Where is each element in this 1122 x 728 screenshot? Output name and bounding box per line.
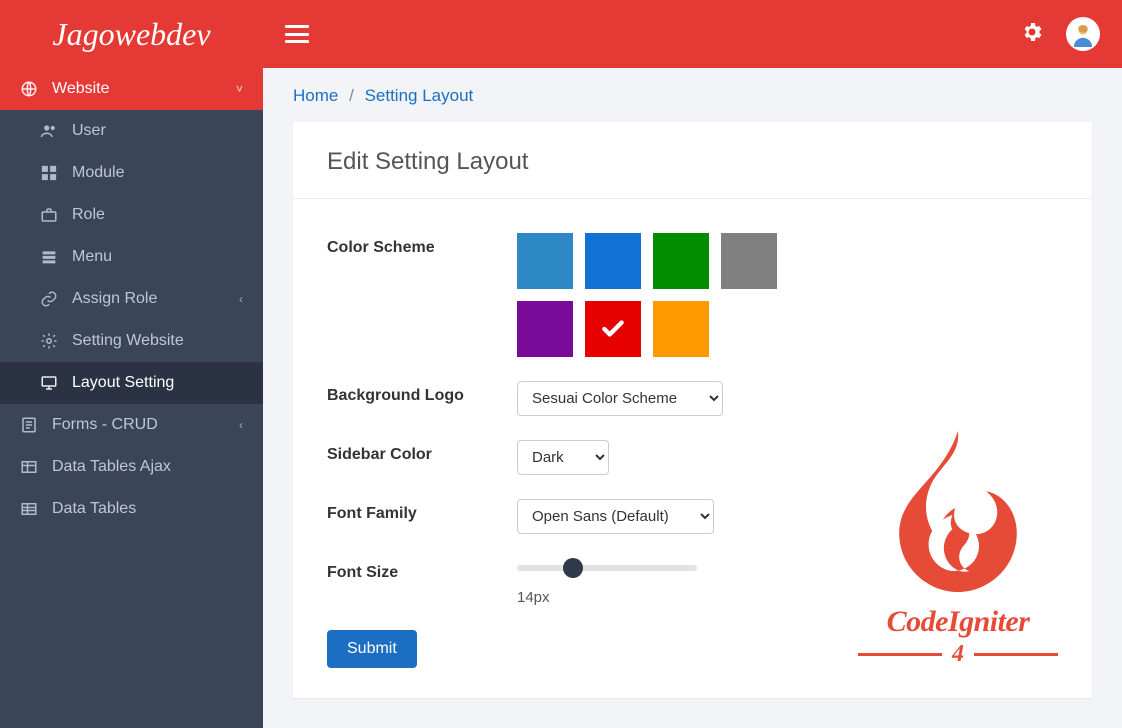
brand-line2: 4: [952, 641, 964, 668]
user-avatar[interactable]: [1066, 17, 1100, 51]
sidebar-item-user[interactable]: User: [0, 110, 263, 152]
sidebar-nav: Website ˅ User Module Role: [0, 68, 263, 530]
topbar: [263, 0, 1122, 68]
color-swatch-5[interactable]: [585, 301, 641, 357]
sidebar-label: Forms - CRUD: [52, 416, 158, 434]
sidebar-label: Data Tables Ajax: [52, 458, 171, 476]
hamburger-button[interactable]: [285, 25, 309, 43]
chevron-left-icon: ‹: [239, 418, 243, 432]
sidebar-label: Setting Website: [72, 332, 184, 350]
sidebar-label: Data Tables: [52, 500, 136, 518]
main-content: Home / Setting Layout Edit Setting Layou…: [263, 0, 1122, 728]
sidebar-label: Role: [72, 206, 105, 224]
briefcase-icon: [40, 206, 58, 224]
color-swatch-3[interactable]: [721, 233, 777, 289]
sidebar-item-forms-crud[interactable]: Forms - CRUD ‹: [0, 404, 263, 446]
color-swatches: [517, 233, 828, 357]
breadcrumb-sep: /: [349, 86, 354, 105]
sidebar-item-menu[interactable]: Menu: [0, 236, 263, 278]
sidebar-item-assign-role[interactable]: Assign Role ‹: [0, 278, 263, 320]
color-swatch-4[interactable]: [517, 301, 573, 357]
breadcrumb: Home / Setting Layout: [263, 68, 1122, 122]
font-size-value: 14px: [517, 589, 828, 606]
sidebar-label: Website: [52, 80, 110, 98]
sidebar-label: Module: [72, 164, 124, 182]
users-icon: [40, 122, 58, 140]
chevron-left-icon: ‹: [239, 292, 243, 306]
sidebar-item-module[interactable]: Module: [0, 152, 263, 194]
sidebar-item-data-tables-ajax[interactable]: Data Tables Ajax: [0, 446, 263, 488]
form-icon: [20, 416, 38, 434]
label-background-logo: Background Logo: [327, 381, 517, 405]
breadcrumb-home[interactable]: Home: [293, 86, 338, 105]
codeigniter-logo: CodeIgniter 4: [858, 431, 1058, 668]
sidebar-item-layout-setting[interactable]: Layout Setting: [0, 362, 263, 404]
table-icon: [20, 458, 38, 476]
sidebar: Jagowebdev Website ˅ User Module: [0, 0, 263, 728]
sidebar-label: User: [72, 122, 106, 140]
chevron-down-icon: ˅: [236, 82, 243, 96]
globe-icon: [20, 80, 38, 98]
sidebar-item-data-tables[interactable]: Data Tables: [0, 488, 263, 530]
settings-button[interactable]: [1020, 20, 1044, 48]
check-icon: [600, 316, 626, 342]
label-color-scheme: Color Scheme: [327, 233, 517, 257]
color-swatch-1[interactable]: [585, 233, 641, 289]
label-font-size: Font Size: [327, 558, 517, 582]
brand-line1: CodeIgniter: [887, 605, 1030, 639]
sidebar-label: Menu: [72, 248, 112, 266]
color-swatch-2[interactable]: [653, 233, 709, 289]
label-sidebar-color: Sidebar Color: [327, 440, 517, 464]
module-icon: [40, 164, 58, 182]
breadcrumb-current[interactable]: Setting Layout: [365, 86, 474, 105]
settings-card: Edit Setting Layout Color Scheme Backgro…: [293, 122, 1092, 698]
monitor-icon: [40, 374, 58, 392]
sidebar-label: Assign Role: [72, 290, 157, 308]
sidebar-item-role[interactable]: Role: [0, 194, 263, 236]
cog-icon: [40, 332, 58, 350]
submit-button[interactable]: Submit: [327, 630, 417, 668]
background-logo-select[interactable]: Sesuai Color Scheme: [517, 381, 723, 416]
sidebar-label: Layout Setting: [72, 374, 174, 392]
font-family-select[interactable]: Open Sans (Default): [517, 499, 714, 534]
flame-icon: [888, 431, 1028, 599]
page-title: Edit Setting Layout: [293, 122, 1092, 199]
font-size-slider[interactable]: [517, 565, 697, 571]
link-icon: [40, 290, 58, 308]
layers-icon: [40, 248, 58, 266]
color-swatch-0[interactable]: [517, 233, 573, 289]
color-swatch-6[interactable]: [653, 301, 709, 357]
app-logo: Jagowebdev: [0, 0, 263, 68]
sidebar-item-website[interactable]: Website ˅: [0, 68, 263, 110]
sidebar-item-setting-website[interactable]: Setting Website: [0, 320, 263, 362]
sidebar-color-select[interactable]: Dark: [517, 440, 609, 475]
label-font-family: Font Family: [327, 499, 517, 523]
table-icon: [20, 500, 38, 518]
